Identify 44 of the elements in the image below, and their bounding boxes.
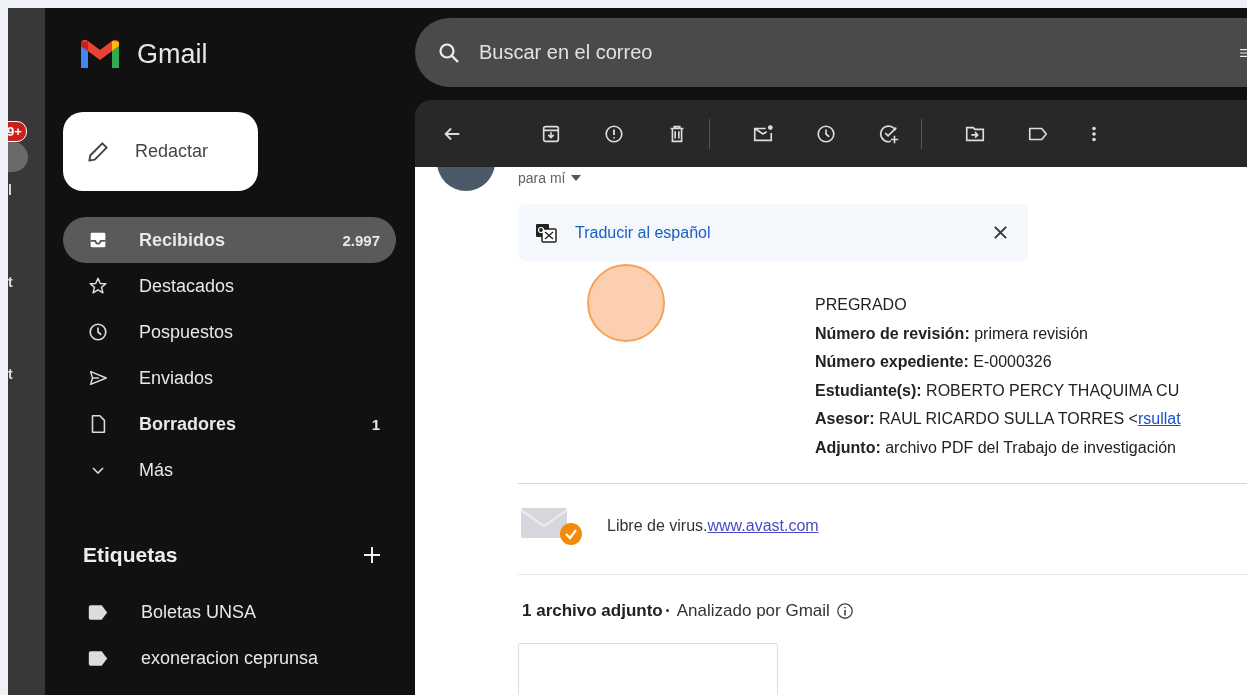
body-heading: PREGRADO bbox=[815, 295, 907, 315]
add-task-icon[interactable] bbox=[878, 122, 900, 145]
label-icon bbox=[87, 603, 109, 621]
search-field[interactable]: Buscar en el correo bbox=[415, 18, 1247, 87]
rail-label: t bbox=[8, 366, 13, 382]
search-icon bbox=[437, 40, 461, 65]
website-link[interactable]: www.avast.com bbox=[707, 516, 819, 534]
caret-icon bbox=[571, 175, 582, 181]
body-line: Número de revisión: primera revisión bbox=[815, 323, 1088, 344]
label-item[interactable]: exoneracion ceprunsa bbox=[45, 635, 412, 681]
close-icon[interactable] bbox=[993, 225, 1008, 240]
clock-icon[interactable] bbox=[815, 122, 837, 145]
body-line: Adjunto: archivo PDF del Trabajo de investigación bbox=[815, 437, 1176, 458]
recipient-dropdown[interactable]: para mí bbox=[518, 169, 582, 187]
label-item[interactable]: Boletas UNSA bbox=[45, 589, 412, 635]
envelope-check-icon bbox=[521, 505, 585, 546]
body-line: Número expediente: E-0000326 bbox=[815, 352, 1052, 373]
section-title: Etiquetas bbox=[83, 543, 178, 567]
body-line: Asesor: RAUL RICARDO SULLA TORRES <rsullat bbox=[815, 409, 1181, 430]
translate-link[interactable]: Traducir al español bbox=[575, 223, 711, 242]
virus-note: Libre de virus.www.avast.com bbox=[607, 516, 819, 535]
snoozed-icon bbox=[87, 321, 109, 343]
count-badge: 9+ bbox=[8, 121, 27, 142]
nav-item[interactable]: Enviados bbox=[63, 355, 396, 401]
scan-note: Analizado por Gmail bbox=[676, 600, 830, 621]
compose-button[interactable]: Redactar bbox=[63, 112, 258, 191]
nav-item[interactable]: Más bbox=[63, 447, 396, 493]
search-input[interactable]: Buscar en el correo bbox=[477, 40, 1239, 65]
translate-icon bbox=[534, 222, 558, 243]
rail-label: t bbox=[8, 274, 13, 290]
rail-label: l bbox=[8, 182, 12, 198]
add-icon[interactable] bbox=[362, 545, 382, 565]
nav-item[interactable]: Borradores 1 bbox=[63, 401, 396, 447]
alert-icon[interactable] bbox=[603, 122, 625, 145]
email-link[interactable]: rsullat bbox=[1137, 410, 1181, 428]
nav-item[interactable]: Destacados bbox=[63, 263, 396, 309]
logo-icon bbox=[78, 38, 122, 70]
nav-item[interactable]: Pospuestos bbox=[63, 309, 396, 355]
nav-item[interactable]: Recibidos 2.997 bbox=[63, 217, 396, 263]
label-icon bbox=[87, 649, 109, 667]
app-name: Gmail bbox=[137, 38, 208, 70]
attachment-count: 1 archivo adjunto bbox=[522, 600, 663, 621]
body-line: Estudiante(s): ROBERTO PERCY THAQUIMA CU bbox=[815, 380, 1180, 401]
info-icon[interactable] bbox=[835, 601, 854, 620]
